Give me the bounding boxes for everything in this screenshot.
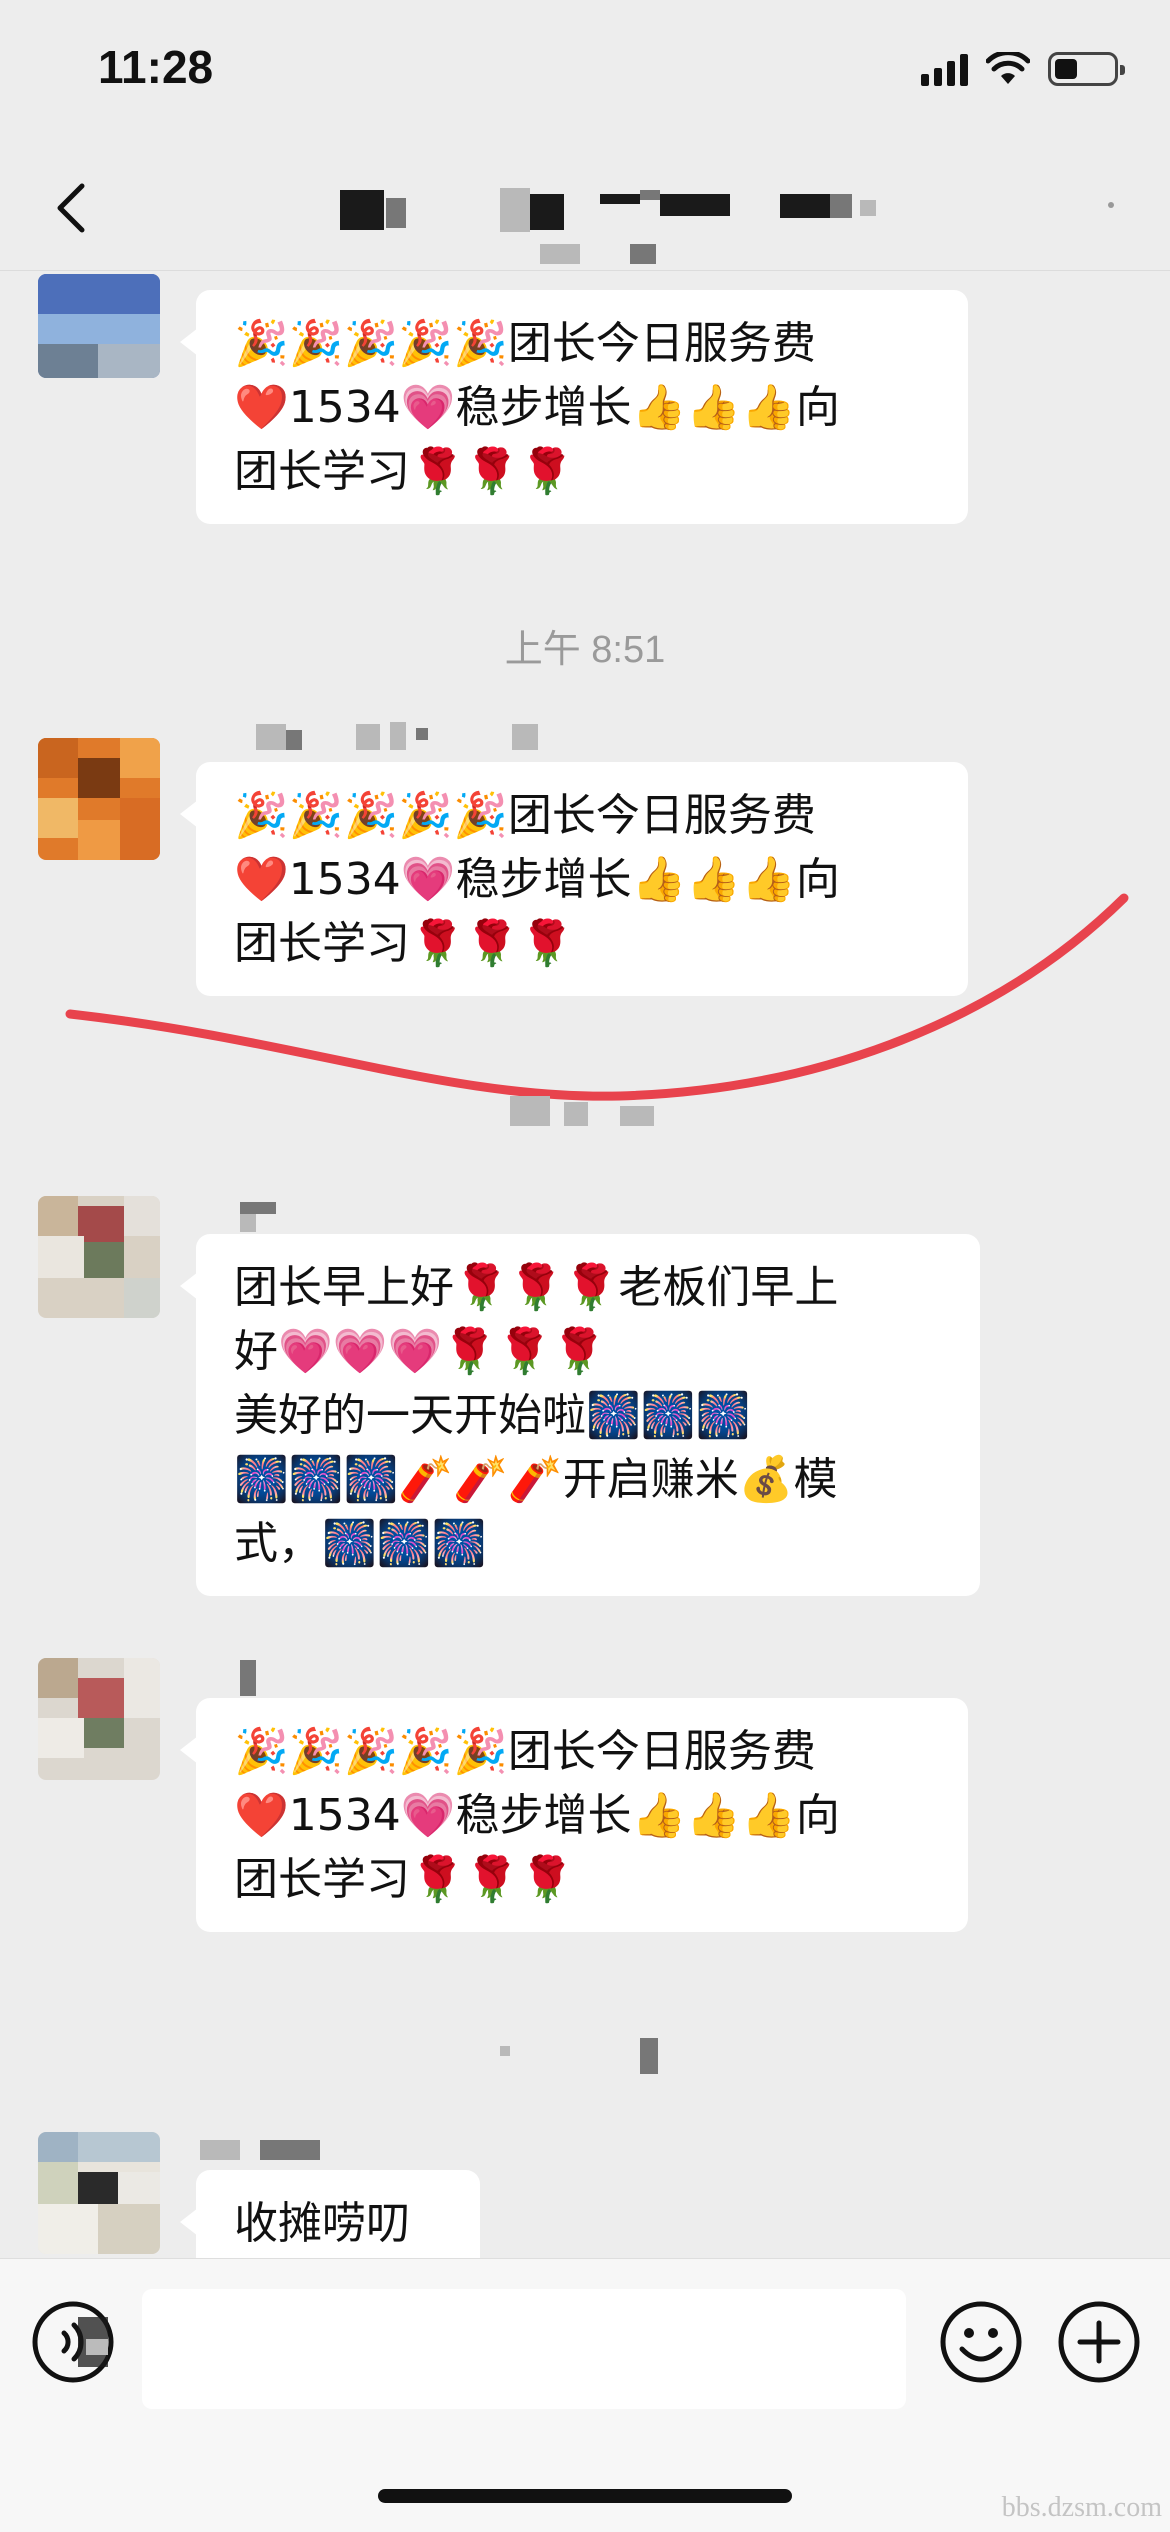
plus-icon[interactable] bbox=[1056, 2299, 1142, 2385]
back-icon[interactable] bbox=[44, 178, 104, 238]
battery-icon bbox=[1048, 52, 1125, 86]
avatar[interactable] bbox=[38, 2132, 160, 2254]
emoji-icon[interactable] bbox=[938, 2299, 1024, 2385]
home-indicator bbox=[378, 2489, 792, 2503]
sender-name-redacted bbox=[200, 2136, 330, 2172]
system-line-redacted bbox=[500, 2034, 670, 2074]
chat-subtitle-redacted bbox=[530, 238, 670, 268]
avatar[interactable] bbox=[38, 1196, 160, 1318]
status-icons bbox=[921, 52, 1125, 86]
sender-name-redacted bbox=[256, 716, 576, 752]
watermark: bbs.dzsm.com bbox=[1001, 2492, 1162, 2523]
nav-divider bbox=[0, 270, 1170, 271]
avatar[interactable] bbox=[38, 738, 160, 860]
sender-name-redacted bbox=[240, 1196, 300, 1232]
avatar[interactable] bbox=[38, 1658, 160, 1780]
sender-name-redacted bbox=[240, 1656, 280, 1696]
input-bar bbox=[0, 2258, 1170, 2532]
wifi-icon bbox=[986, 52, 1030, 84]
message-bubble[interactable]: 🎉🎉🎉🎉🎉团长今日服务费 ❤️1534💗稳步增长👍👍👍向 团长学习🌹🌹🌹 bbox=[180, 1698, 968, 1932]
message-bubble[interactable]: 团长早上好🌹🌹🌹老板们早上 好💗💗💗🌹🌹🌹 美好的一天开始啦🎆🎆🎆 🎆🎆🎆🧨🧨🧨… bbox=[180, 1234, 980, 1596]
cellular-signal-icon bbox=[921, 52, 968, 86]
status-bar: 11:28 bbox=[0, 0, 1170, 150]
status-time: 11:28 bbox=[98, 41, 214, 93]
chat-title-redacted bbox=[330, 180, 890, 240]
message-input[interactable] bbox=[142, 2289, 906, 2409]
timestamp: 上午 8:51 bbox=[504, 629, 666, 671]
chat-screen: 11:28 🎉🎉🎉🎉🎉团长今日服务费 ❤️1534💗稳步增长👍👍👍向 团长学习🌹… bbox=[0, 0, 1170, 2532]
system-line-redacted bbox=[510, 1092, 690, 1128]
message-bubble[interactable]: 🎉🎉🎉🎉🎉团长今日服务费 ❤️1534💗稳步增长👍👍👍向 团长学习🌹🌹🌹 bbox=[180, 290, 968, 524]
more-icon[interactable] bbox=[1108, 202, 1114, 208]
red-annotation-stroke bbox=[65, 893, 1129, 1101]
voice-icon[interactable] bbox=[30, 2299, 116, 2385]
nav-bar bbox=[0, 150, 1170, 270]
avatar[interactable] bbox=[38, 274, 160, 378]
